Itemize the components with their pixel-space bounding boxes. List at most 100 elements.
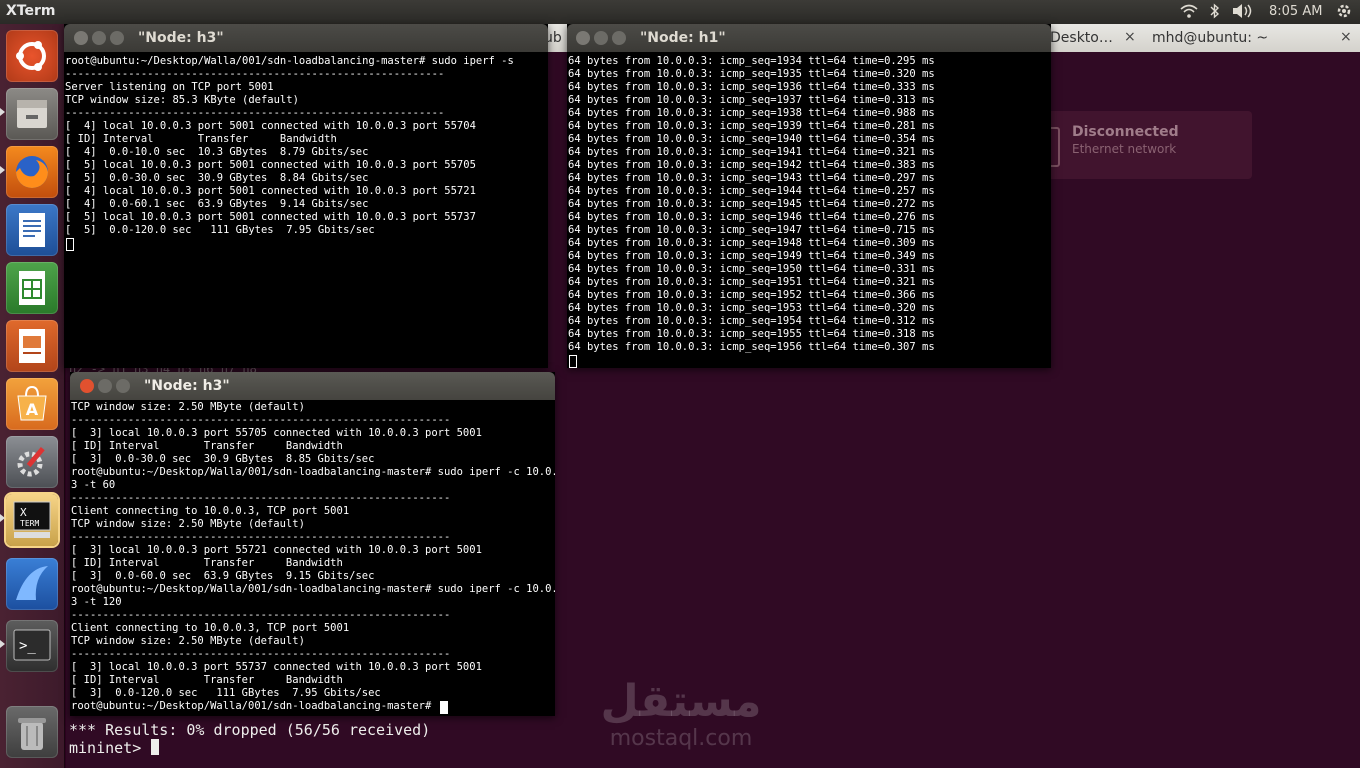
- terminal-line: ----------------------------------------…: [71, 492, 451, 504]
- terminal-running-pip: [0, 640, 5, 648]
- clock[interactable]: 8:05 AM: [1269, 4, 1322, 19]
- window-titlebar[interactable]: "Node: h3": [64, 24, 548, 52]
- terminal-line: 64 bytes from 10.0.0.3: icmp_seq=1945 tt…: [568, 198, 935, 210]
- ubuntu-dash-icon[interactable]: [6, 30, 58, 82]
- terminal-line: 64 bytes from 10.0.0.3: icmp_seq=1934 tt…: [568, 55, 935, 67]
- close-tab-icon[interactable]: ×: [1124, 29, 1136, 45]
- trash-icon[interactable]: [6, 706, 58, 758]
- terminal-line: [ 5] local 10.0.0.3 port 5001 connected …: [65, 159, 476, 171]
- terminal-line: [ 3] 0.0-120.0 sec 111 GBytes 7.95 Gbits…: [71, 687, 381, 699]
- wireshark-icon[interactable]: [6, 558, 58, 610]
- maximize-window-icon[interactable]: [116, 379, 130, 393]
- terminal-line: root@ubuntu:~/Desktop/Walla/001/sdn-load…: [65, 55, 514, 67]
- terminal-line: root@ubuntu:~/Desktop/Walla/001/sdn-load…: [71, 466, 555, 478]
- terminal-line: 64 bytes from 10.0.0.3: icmp_seq=1943 tt…: [568, 172, 935, 184]
- files-icon[interactable]: [6, 88, 58, 140]
- terminal-line: 64 bytes from 10.0.0.3: icmp_seq=1939 tt…: [568, 120, 935, 132]
- terminal-line: 64 bytes from 10.0.0.3: icmp_seq=1941 tt…: [568, 146, 935, 158]
- notification-title: Disconnected: [1072, 124, 1179, 140]
- volume-icon[interactable]: [1232, 3, 1254, 23]
- terminal-cursor: [569, 355, 577, 368]
- libreoffice-writer-icon[interactable]: [6, 204, 58, 256]
- terminal-line: 64 bytes from 10.0.0.3: icmp_seq=1944 tt…: [568, 185, 935, 197]
- minimize-window-icon[interactable]: [98, 379, 112, 393]
- software-center-icon[interactable]: A: [6, 378, 58, 430]
- terminal-line: ----------------------------------------…: [71, 531, 451, 543]
- xterm-launcher-icon[interactable]: X TERM: [6, 494, 58, 546]
- terminal-line: 64 bytes from 10.0.0.3: icmp_seq=1942 tt…: [568, 159, 935, 171]
- terminal-line: 64 bytes from 10.0.0.3: icmp_seq=1954 tt…: [568, 315, 935, 327]
- maximize-window-icon[interactable]: [110, 31, 124, 45]
- terminal-line: 64 bytes from 10.0.0.3: icmp_seq=1956 tt…: [568, 341, 935, 353]
- notification-body: Ethernet network: [1072, 142, 1177, 156]
- bluetooth-icon[interactable]: [1210, 3, 1220, 23]
- window-title: "Node: h3": [144, 378, 230, 394]
- window-titlebar[interactable]: "Node: h3": [70, 372, 555, 400]
- launcher: A X TERM >_: [0, 24, 65, 768]
- terminal-line: 64 bytes from 10.0.0.3: icmp_seq=1935 tt…: [568, 68, 935, 80]
- window-title: "Node: h3": [138, 30, 224, 46]
- svg-text:>_: >_: [19, 638, 36, 654]
- terminal-line: 64 bytes from 10.0.0.3: icmp_seq=1937 tt…: [568, 94, 935, 106]
- terminal-line: Client connecting to 10.0.0.3, TCP port …: [71, 622, 350, 634]
- terminal-line: Server listening on TCP port 5001: [65, 81, 274, 93]
- terminal-line: TCP window size: 2.50 MByte (default): [71, 401, 305, 413]
- terminal-line: 64 bytes from 10.0.0.3: icmp_seq=1946 tt…: [568, 211, 935, 223]
- terminal-icon[interactable]: >_: [6, 620, 58, 672]
- terminal-cursor: [66, 238, 74, 251]
- terminal-line: [ 5] 0.0-30.0 sec 30.9 GBytes 8.84 Gbits…: [65, 172, 369, 184]
- terminal-line: 64 bytes from 10.0.0.3: icmp_seq=1948 tt…: [568, 237, 935, 249]
- terminal-line: [ 5] 0.0-120.0 sec 111 GBytes 7.95 Gbits…: [65, 224, 375, 236]
- xterm-window-h3-client[interactable]: "Node: h3" TCP window size: 2.50 MByte (…: [70, 372, 555, 716]
- close-tab-icon[interactable]: ×: [1340, 29, 1352, 45]
- background-tab-mhd[interactable]: mhd@ubuntu: ~: [1152, 30, 1268, 46]
- window-titlebar[interactable]: "Node: h1": [567, 24, 1051, 52]
- minimize-window-icon[interactable]: [594, 31, 608, 45]
- power-gear-icon[interactable]: [1336, 3, 1352, 23]
- terminal-line: [ ID] Interval Transfer Bandwidth: [71, 674, 343, 686]
- window-title: "Node: h1": [640, 30, 726, 46]
- close-window-icon[interactable]: [576, 31, 590, 45]
- terminal-line: 64 bytes from 10.0.0.3: icmp_seq=1949 tt…: [568, 250, 935, 262]
- top-panel: XTerm 8:05 AM: [0, 0, 1360, 24]
- terminal-line: [ 3] local 10.0.0.3 port 55737 connected…: [71, 661, 482, 673]
- terminal-line: TCP window size: 2.50 MByte (default): [71, 635, 305, 647]
- mininet-cursor: [151, 739, 159, 755]
- terminal-line: 64 bytes from 10.0.0.3: icmp_seq=1936 tt…: [568, 81, 935, 93]
- maximize-window-icon[interactable]: [612, 31, 626, 45]
- terminal-line: ----------------------------------------…: [65, 107, 445, 119]
- libreoffice-impress-icon[interactable]: [6, 320, 58, 372]
- terminal-line: 3 -t 120: [71, 596, 122, 608]
- files-running-pip: [0, 108, 5, 116]
- firefox-running-pip: [0, 166, 5, 174]
- firefox-icon[interactable]: [6, 146, 58, 198]
- terminal-line: 64 bytes from 10.0.0.3: icmp_seq=1940 tt…: [568, 133, 935, 145]
- wifi-icon[interactable]: [1180, 3, 1198, 23]
- xterm-window-h3-server[interactable]: "Node: h3" root@ubuntu:~/Desktop/Walla/0…: [64, 24, 548, 368]
- app-title: XTerm: [6, 3, 56, 19]
- xterm-running-pip: [0, 514, 5, 522]
- terminal-line: [ ID] Interval Transfer Bandwidth: [65, 133, 337, 145]
- system-settings-icon[interactable]: [6, 436, 58, 488]
- terminal-line: 64 bytes from 10.0.0.3: icmp_seq=1938 tt…: [568, 107, 935, 119]
- terminal-output[interactable]: TCP window size: 2.50 MByte (default) ---…: [70, 400, 555, 716]
- libreoffice-calc-icon[interactable]: [6, 262, 58, 314]
- terminal-output[interactable]: 64 bytes from 10.0.0.3: icmp_seq=1934 tt…: [567, 52, 1051, 368]
- terminal-line: [ 4] 0.0-60.1 sec 63.9 GBytes 9.14 Gbits…: [65, 198, 369, 210]
- terminal-line: ----------------------------------------…: [71, 648, 451, 660]
- svg-text:TERM: TERM: [20, 519, 39, 528]
- xterm-window-h1[interactable]: "Node: h1" 64 bytes from 10.0.0.3: icmp_…: [567, 24, 1051, 368]
- close-window-icon[interactable]: [74, 31, 88, 45]
- terminal-line: [ 4] 0.0-10.0 sec 10.3 GBytes 8.79 Gbits…: [65, 146, 369, 158]
- terminal-line: 64 bytes from 10.0.0.3: icmp_seq=1951 tt…: [568, 276, 935, 288]
- minimize-window-icon[interactable]: [92, 31, 106, 45]
- watermark-arabic: مستقل: [600, 676, 762, 727]
- terminal-line: [ 3] local 10.0.0.3 port 55705 connected…: [71, 427, 482, 439]
- close-window-icon[interactable]: [80, 379, 94, 393]
- mininet-prompt: mininet>: [69, 739, 151, 757]
- terminal-line: [ 4] local 10.0.0.3 port 5001 connected …: [65, 120, 476, 132]
- terminal-line: ----------------------------------------…: [71, 609, 451, 621]
- terminal-line: root@ubuntu:~/Desktop/Walla/001/sdn-load…: [71, 583, 555, 595]
- background-tab-desktop[interactable]: Deskto…: [1050, 30, 1113, 46]
- terminal-output[interactable]: root@ubuntu:~/Desktop/Walla/001/sdn-load…: [64, 52, 548, 368]
